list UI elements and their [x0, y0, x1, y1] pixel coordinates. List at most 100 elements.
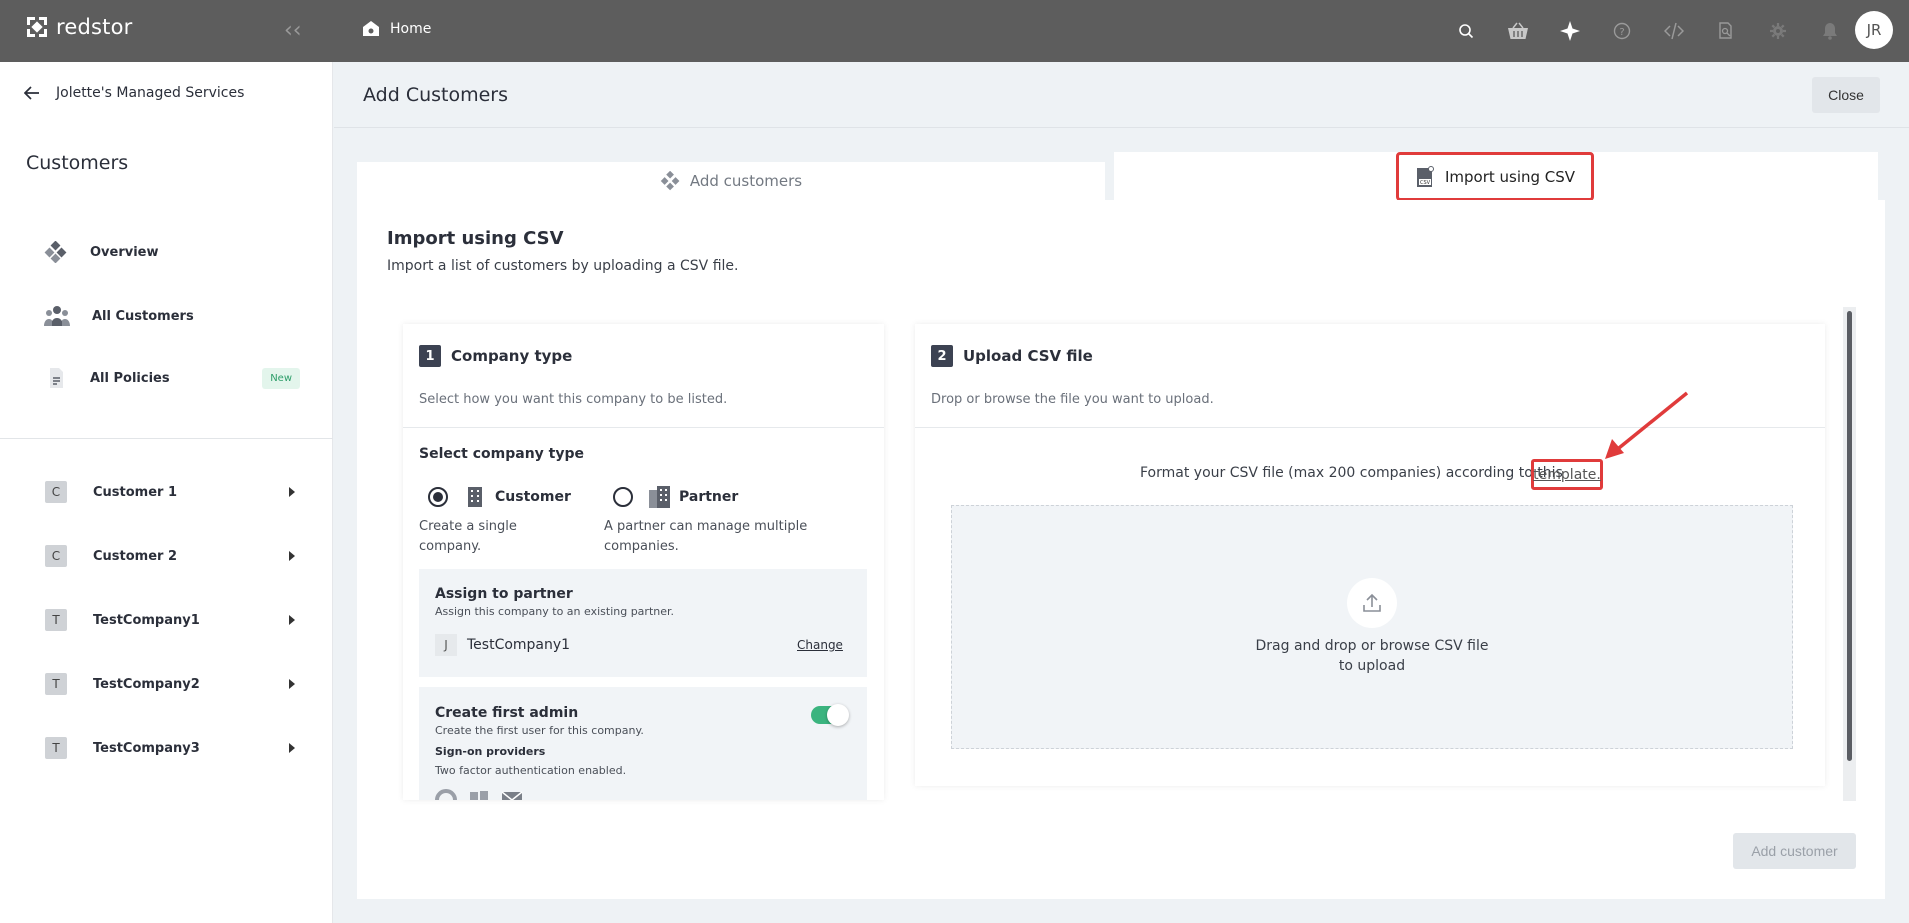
brand-logo[interactable]: redstor [24, 14, 132, 40]
add-customers-icon [660, 171, 680, 191]
option-partner-label: Partner [679, 489, 739, 505]
gear-icon[interactable] [1752, 14, 1804, 48]
caret-right-icon[interactable] [289, 615, 295, 625]
customer-label: TestCompany2 [93, 676, 200, 692]
search-icon[interactable] [1440, 14, 1492, 48]
tab-import-csv[interactable]: CSV Import using CSV [1396, 152, 1594, 201]
sidebar-customer-item[interactable]: T TestCompany1 [45, 609, 295, 631]
step2-divider [915, 427, 1825, 428]
drop-zone-line2: to upload [1338, 658, 1406, 674]
header-divider [334, 127, 1909, 128]
top-icons: ? [1440, 14, 1856, 48]
sidebar-customer-item[interactable]: T TestCompany3 [45, 737, 295, 759]
customer-initial: T [45, 609, 67, 631]
add-customer-button[interactable]: Add customer [1733, 833, 1856, 869]
sidebar-customer-item[interactable]: C Customer 1 [45, 481, 295, 503]
user-avatar[interactable]: JR [1855, 11, 1893, 49]
new-badge: New [262, 367, 300, 389]
buildings-icon [649, 486, 670, 508]
partner-initial: J [435, 634, 457, 656]
step-number: 2 [931, 345, 953, 367]
option-customer-desc: Create a single company. [419, 519, 517, 554]
import-title: Import using CSV [387, 228, 564, 249]
step-title: Company type [451, 347, 573, 365]
caret-right-icon[interactable] [289, 743, 295, 753]
sidebar-customer-item[interactable]: T TestCompany2 [45, 673, 295, 695]
assign-partner-subtitle: Assign this company to an existing partn… [435, 605, 675, 618]
step-title: Upload CSV file [963, 347, 1093, 365]
step1-divider [403, 427, 884, 428]
people-icon [44, 306, 70, 326]
tab-add-customers[interactable]: Add customers [357, 162, 1105, 200]
search-doc-icon[interactable] [1700, 14, 1752, 48]
redstor-logo-icon [27, 17, 47, 37]
customer-label: Customer 2 [93, 548, 178, 564]
option-partner-desc: A partner can manage multiple companies. [604, 519, 808, 554]
radio-partner[interactable] [613, 487, 633, 507]
sparkle-icon[interactable] [1544, 14, 1596, 48]
tab-label: Add customers [689, 172, 803, 190]
sidebar-item-label: All Policies [90, 370, 170, 386]
format-instructions: Format your CSV file (max 200 companies)… [1140, 465, 1563, 481]
customer-label: Customer 1 [93, 484, 178, 500]
create-admin-title: Create first admin [435, 705, 579, 721]
caret-right-icon[interactable] [289, 487, 295, 497]
document-icon [50, 368, 63, 388]
brand-name: redstor [56, 15, 133, 39]
drop-zone-line1: Drag and drop or browse CSV file [1255, 638, 1489, 654]
breadcrumb-home[interactable]: Home [362, 20, 431, 37]
windows-icon [470, 791, 488, 800]
sidebar: Jolette's Managed Services Customers Ove… [0, 62, 333, 923]
change-partner-link[interactable]: Change [797, 638, 843, 652]
csv-drop-zone[interactable]: Drag and drop or browse CSV file to uplo… [951, 505, 1793, 749]
step2-header: 2 Upload CSV file [931, 345, 1093, 367]
code-icon[interactable] [1648, 14, 1700, 48]
caret-right-icon[interactable] [289, 679, 295, 689]
import-subtitle: Import a list of customers by uploading … [387, 258, 739, 274]
bell-icon[interactable] [1804, 14, 1856, 48]
customer-label: TestCompany1 [93, 612, 200, 628]
close-button[interactable]: Close [1812, 77, 1880, 113]
sidebar-customer-item[interactable]: C Customer 2 [45, 545, 295, 567]
sidebar-item-overview[interactable]: Overview [44, 241, 300, 263]
upload-icon [1347, 578, 1397, 628]
tab-label: Import using CSV [1444, 167, 1576, 186]
sidebar-item-all-policies[interactable]: All Policies New [44, 367, 300, 389]
partner-name: TestCompany1 [467, 637, 571, 653]
sign-on-providers-subtitle: Two factor authentication enabled. [435, 764, 627, 777]
option-customer-label: Customer [495, 489, 571, 505]
sidebar-item-label: All Customers [92, 308, 194, 324]
sign-on-providers-title: Sign-on providers [435, 745, 546, 758]
customer-label: TestCompany3 [93, 740, 200, 756]
sidebar-title: Customers [26, 152, 129, 174]
svg-text:CSV: CSV [1420, 180, 1431, 186]
building-icon [468, 487, 482, 507]
back-label: Jolette's Managed Services [56, 85, 245, 101]
step2-subtitle: Drop or browse the file you want to uplo… [931, 392, 1214, 407]
arrow-left-icon [24, 86, 39, 100]
page-title: Add Customers [363, 84, 509, 106]
basket-icon[interactable] [1492, 14, 1544, 48]
template-link[interactable]: template. [1531, 459, 1603, 490]
sidebar-item-label: Overview [90, 244, 159, 260]
google-icon [435, 789, 457, 800]
sidebar-divider [0, 438, 333, 439]
overview-icon [44, 241, 67, 263]
sidebar-item-all-customers[interactable]: All Customers [44, 305, 300, 327]
collapse-sidebar-icon[interactable]: ‹‹ [284, 18, 302, 43]
help-icon[interactable]: ? [1596, 14, 1648, 48]
step1-header: 1 Company type [419, 345, 572, 367]
assign-partner-title: Assign to partner [435, 586, 573, 602]
home-icon [363, 21, 379, 36]
radio-customer[interactable] [428, 487, 448, 507]
customer-initial: T [45, 737, 67, 759]
provider-icons [435, 789, 535, 800]
create-admin-toggle[interactable] [811, 704, 849, 726]
back-link[interactable]: Jolette's Managed Services [24, 85, 244, 101]
caret-right-icon[interactable] [289, 551, 295, 561]
scrollbar-thumb[interactable] [1847, 311, 1852, 761]
step-number: 1 [419, 345, 441, 367]
top-bar: redstor ‹‹ Home ? JR [0, 0, 1909, 62]
step1-subtitle: Select how you want this company to be l… [419, 392, 728, 407]
svg-text:?: ? [1619, 27, 1624, 38]
